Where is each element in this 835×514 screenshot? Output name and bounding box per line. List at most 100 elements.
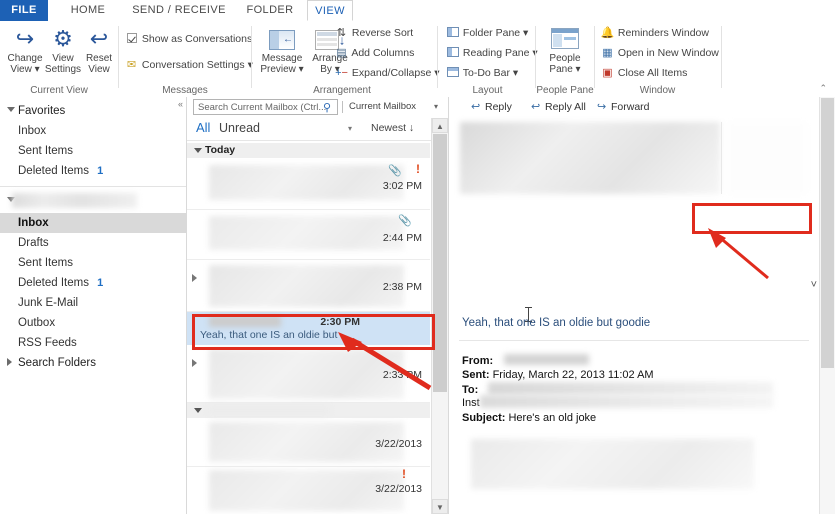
close-all-items-button[interactable]: ▣ Close All Items bbox=[600, 65, 687, 81]
table-row[interactable]: ! 3/22/2013 bbox=[187, 467, 430, 514]
reading-pane-icon bbox=[445, 45, 460, 61]
pane-separator-left[interactable] bbox=[186, 97, 187, 514]
search-scope-label: Current Mailbox bbox=[349, 101, 417, 112]
search-input[interactable]: Search Current Mailbox (Ctrl... bbox=[193, 99, 338, 115]
high-importance-icon: ! bbox=[402, 467, 406, 481]
reading-pane-scrollbar[interactable] bbox=[819, 97, 835, 514]
folder-item-rss-feeds[interactable]: RSS Feeds bbox=[0, 333, 186, 353]
outlook-window: FILE HOME SEND / RECEIVE FOLDER VIEW ↪ C… bbox=[0, 0, 835, 514]
reset-view-button[interactable]: ↩ Reset View bbox=[76, 25, 122, 75]
columns-icon: ▤ bbox=[336, 47, 347, 60]
reply-button[interactable]: ↩ Reply bbox=[471, 100, 512, 113]
reverse-sort-label: Reverse Sort bbox=[351, 27, 414, 39]
attachment-icon: 📎 bbox=[398, 215, 412, 227]
folder-sent-label: Sent Items bbox=[18, 257, 73, 269]
table-row[interactable]: 📎 2:44 PM bbox=[187, 210, 430, 260]
ribbon-group-layout: Folder Pane ▾ Reading Pane ▾ To-Do Bar ▾… bbox=[440, 21, 538, 97]
table-row-selected[interactable]: 2:30 PM Yeah, that one IS an oldie but bbox=[187, 312, 430, 345]
add-columns-label: Add Columns bbox=[351, 47, 415, 59]
search-scope-selector[interactable]: Current Mailbox ▾ bbox=[342, 99, 442, 115]
favorite-item-sent-items[interactable]: Sent Items bbox=[0, 141, 186, 161]
filter-row: All Unread ▾ Newest ↓ bbox=[187, 118, 448, 141]
folder-item-sent-items[interactable]: Sent Items bbox=[0, 253, 186, 273]
filter-all-button[interactable]: All bbox=[196, 120, 210, 135]
collapse-ribbon-button[interactable]: ⌃ bbox=[819, 83, 827, 94]
tab-home[interactable]: HOME bbox=[58, 0, 118, 21]
account-name-blurred bbox=[12, 193, 137, 208]
scroll-down-arrow[interactable]: ▼ bbox=[432, 499, 448, 514]
group-header-older[interactable] bbox=[187, 403, 430, 418]
message-preview-icon: ← bbox=[256, 25, 308, 53]
message-list-scrollbar[interactable]: ▲ ▼ bbox=[431, 118, 448, 514]
table-row[interactable]: 📎 ! 3:02 PM bbox=[187, 158, 430, 210]
conversation-settings-button[interactable]: ✉ Conversation Settings ▾ bbox=[124, 57, 253, 73]
favorites-header[interactable]: Favorites bbox=[0, 101, 186, 121]
show-as-conversations-checkbox[interactable]: Show as Conversations bbox=[124, 31, 252, 47]
group-title-messages: Messages bbox=[162, 85, 208, 96]
ribbon-group-window: 🔔 Reminders Window ▦ Open in New Window … bbox=[595, 21, 720, 97]
reply-all-button[interactable]: ↩ Reply All bbox=[531, 100, 586, 113]
reverse-sort-button[interactable]: ⇅ Reverse Sort bbox=[334, 25, 413, 41]
folder-item-drafts[interactable]: Drafts bbox=[0, 233, 186, 253]
table-row[interactable]: 2:38 PM bbox=[187, 260, 430, 312]
table-row[interactable]: 2:33 PM bbox=[187, 345, 430, 403]
open-in-new-window-button[interactable]: ▦ Open in New Window bbox=[600, 45, 719, 61]
folder-item-deleted-items[interactable]: Deleted Items 1 bbox=[0, 273, 186, 293]
todo-bar-label: To-Do Bar ▾ bbox=[462, 67, 519, 79]
message-time: 3:02 PM bbox=[382, 180, 422, 192]
tab-send-receive[interactable]: SEND / RECEIVE bbox=[124, 0, 234, 21]
todo-bar-button[interactable]: To-Do Bar ▾ bbox=[445, 65, 518, 81]
people-pane-button[interactable]: People Pane ▾ bbox=[542, 25, 588, 75]
search-folders-label: Search Folders bbox=[18, 357, 96, 369]
tab-folder[interactable]: FOLDER bbox=[240, 0, 300, 21]
reading-pane-inner-divider bbox=[721, 122, 722, 194]
message-time-selected: 2:30 PM bbox=[320, 316, 360, 328]
group-header-today[interactable]: Today bbox=[187, 143, 430, 158]
expand-collapse-button[interactable]: +− Expand/Collapse ▾ bbox=[334, 65, 439, 81]
folder-item-outbox[interactable]: Outbox bbox=[0, 313, 186, 333]
add-columns-button[interactable]: ▤ Add Columns bbox=[334, 45, 414, 61]
tab-file[interactable]: FILE bbox=[0, 0, 48, 21]
favorite-deleted-label: Deleted Items bbox=[18, 165, 89, 177]
sent-label: Sent: bbox=[462, 369, 490, 381]
folder-inbox-label: Inbox bbox=[18, 217, 49, 229]
chevron-down-icon-filter[interactable]: ▾ bbox=[348, 124, 352, 133]
message-preview-label-2: Preview ▾ bbox=[260, 64, 304, 75]
favorite-item-deleted-items[interactable]: Deleted Items 1 bbox=[0, 161, 186, 181]
ribbon-group-messages: Show as Conversations ✉ Conversation Set… bbox=[119, 21, 253, 97]
previous-message-right-blurred bbox=[727, 122, 807, 194]
sort-order-button[interactable]: Newest ↓ bbox=[371, 122, 414, 134]
filter-unread-button[interactable]: Unread bbox=[219, 121, 260, 135]
table-row[interactable]: 3/22/2013 bbox=[187, 418, 430, 467]
from-label: From: bbox=[462, 355, 494, 367]
message-preview-button[interactable]: ← Message Preview ▾ bbox=[256, 25, 308, 75]
tab-view[interactable]: VIEW bbox=[307, 0, 353, 21]
message-list-pane: Search Current Mailbox (Ctrl... ⚲ Curren… bbox=[187, 97, 449, 514]
expand-conversation-icon[interactable] bbox=[192, 359, 197, 367]
account-header[interactable] bbox=[0, 189, 186, 213]
pane-separator-right[interactable] bbox=[448, 97, 449, 514]
folder-pane-button[interactable]: Folder Pane ▾ bbox=[445, 25, 528, 41]
search-icon[interactable]: ⚲ bbox=[323, 101, 331, 114]
folder-drafts-label: Drafts bbox=[18, 237, 49, 249]
folder-item-inbox[interactable]: Inbox bbox=[0, 213, 186, 233]
reset-view-label-1: Reset bbox=[85, 53, 113, 64]
reading-pane-scrollbar-thumb[interactable] bbox=[821, 98, 834, 368]
todo-bar-icon bbox=[445, 65, 460, 81]
reading-pane-action-bar: ↩ Reply ↩ Reply All ↪ Forward bbox=[449, 97, 819, 119]
expand-message-chevron-icon[interactable]: ˅ bbox=[811, 279, 817, 291]
scroll-up-arrow[interactable]: ▲ bbox=[432, 118, 448, 133]
show-as-conversations-label: Show as Conversations bbox=[141, 33, 253, 45]
scrollbar-thumb[interactable] bbox=[433, 134, 447, 392]
search-folders-header[interactable]: Search Folders bbox=[0, 353, 186, 373]
search-row: Search Current Mailbox (Ctrl... ⚲ Curren… bbox=[187, 97, 448, 117]
favorite-item-inbox[interactable]: Inbox bbox=[0, 121, 186, 141]
reading-pane-button[interactable]: Reading Pane ▾ bbox=[445, 45, 538, 61]
forward-button[interactable]: ↪ Forward bbox=[597, 100, 650, 113]
header-subject: Subject: Here's an old joke bbox=[462, 412, 596, 424]
folder-item-junk-email[interactable]: Junk E-Mail bbox=[0, 293, 186, 313]
folder-rss-label: RSS Feeds bbox=[18, 337, 77, 349]
expand-conversation-icon[interactable] bbox=[192, 274, 197, 282]
reminders-window-button[interactable]: 🔔 Reminders Window bbox=[600, 25, 709, 41]
folder-pane: « Favorites Inbox Sent Items Deleted Ite… bbox=[0, 97, 187, 514]
